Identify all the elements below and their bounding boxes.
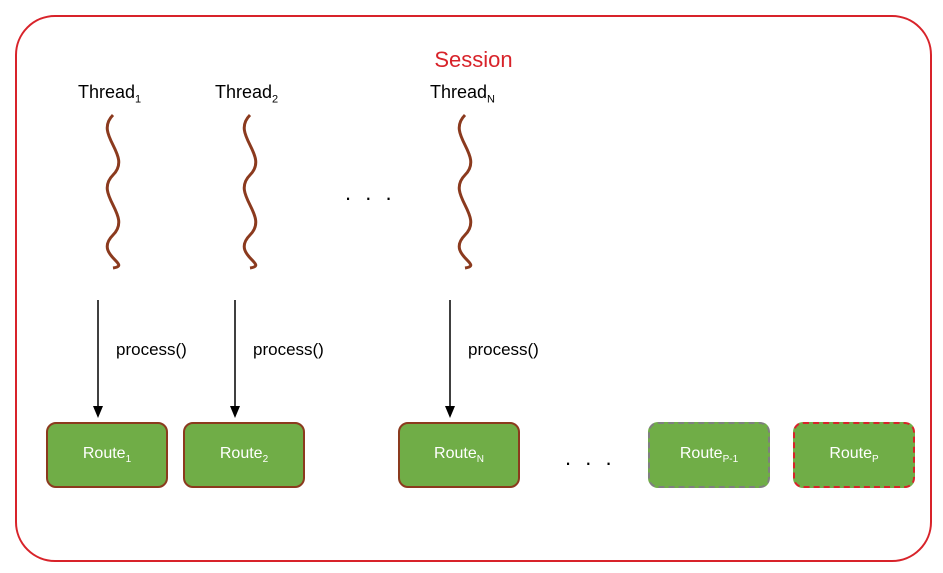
process-label: process() — [116, 340, 187, 360]
process-arrow — [440, 300, 460, 420]
thread-label-text: Thread — [430, 82, 487, 102]
route-box: Route1 — [46, 422, 168, 488]
route-label-sub: P — [872, 454, 879, 465]
process-arrow — [225, 300, 245, 420]
process-label: process() — [253, 340, 324, 360]
thread-label-sub: N — [487, 94, 495, 106]
routes-ellipsis: . . . — [565, 445, 616, 471]
route-box: Route2 — [183, 422, 305, 488]
route-label-text: Route — [220, 445, 263, 462]
thread-squiggle — [83, 110, 143, 270]
process-arrow — [88, 300, 108, 420]
thread-label: Thread1 — [78, 82, 141, 106]
route-box: RouteP — [793, 422, 915, 488]
thread-squiggle — [435, 110, 495, 270]
route-label-text: Route — [83, 445, 126, 462]
route-label-text: Route — [680, 445, 723, 462]
route-label-text: Route — [434, 445, 477, 462]
threads-ellipsis: . . . — [345, 180, 396, 206]
process-label: process() — [468, 340, 539, 360]
thread-label: ThreadN — [430, 82, 495, 106]
route-label-text: Route — [829, 445, 872, 462]
thread-label-text: Thread — [78, 82, 135, 102]
route-label-sub: 1 — [126, 454, 132, 465]
route-box: RouteN — [398, 422, 520, 488]
thread-label-sub: 2 — [272, 94, 278, 106]
thread-label-sub: 1 — [135, 94, 141, 106]
thread-label-text: Thread — [215, 82, 272, 102]
route-label-sub: 2 — [263, 454, 269, 465]
thread-label: Thread2 — [215, 82, 278, 106]
route-box: RouteP-1 — [648, 422, 770, 488]
route-label-sub: P-1 — [723, 454, 739, 465]
thread-squiggle — [220, 110, 280, 270]
session-title: Session — [17, 47, 930, 73]
route-label-sub: N — [477, 454, 484, 465]
